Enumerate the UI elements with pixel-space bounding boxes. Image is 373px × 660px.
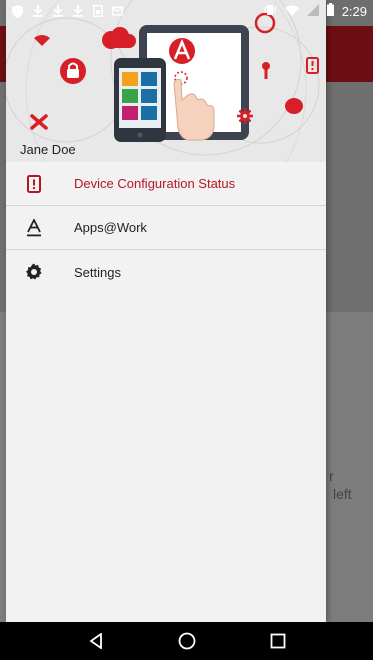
menu-item-apps-at-work[interactable]: Apps@Work [6,206,326,250]
drawer-menu: Device Configuration Status Apps@Work Se… [6,162,326,294]
phone-illustration [114,58,166,142]
download-icon [32,4,43,18]
wifi-icon [34,35,50,46]
navigation-bar [0,622,373,660]
lock-icon [60,58,86,84]
home-icon[interactable] [176,630,198,652]
cloud-icon [102,27,136,49]
download-icon [52,4,63,18]
device-alert-icon [306,57,319,74]
system-status: 2:29 [263,3,367,19]
tools-icon [30,114,48,130]
notification-icons [12,4,123,18]
menu-item-label: Settings [74,264,121,280]
user-name: Jane Doe [20,142,76,157]
download-icon [72,4,83,18]
key-icon [262,62,270,79]
status-time: 2:29 [341,3,367,19]
menu-item-device-configuration-status[interactable]: Device Configuration Status [6,162,326,206]
signal-icon [306,3,319,19]
apps-at-work-icon [22,216,46,240]
shield-icon [12,4,23,18]
device-status-icon [22,172,46,196]
menu-item-label: Apps@Work [74,220,147,235]
menu-item-settings[interactable]: Settings [6,250,326,294]
recents-icon[interactable] [267,630,289,652]
status-bar: 2:29 [0,0,373,26]
wifi-icon [284,4,299,19]
gear-icon [22,260,46,284]
background-partial-text: left [333,486,352,502]
sim-card-icon [92,4,103,18]
chat-bubble-icon [285,98,303,114]
menu-item-label: Device Configuration Status [74,176,236,191]
background-partial-text: r [329,468,334,484]
vibrate-icon [263,4,277,19]
mail-icon [112,4,123,18]
back-icon[interactable] [85,630,107,652]
navigation-drawer: Jane Doe Device Configuration Status App… [6,0,326,622]
battery-icon [326,3,334,19]
